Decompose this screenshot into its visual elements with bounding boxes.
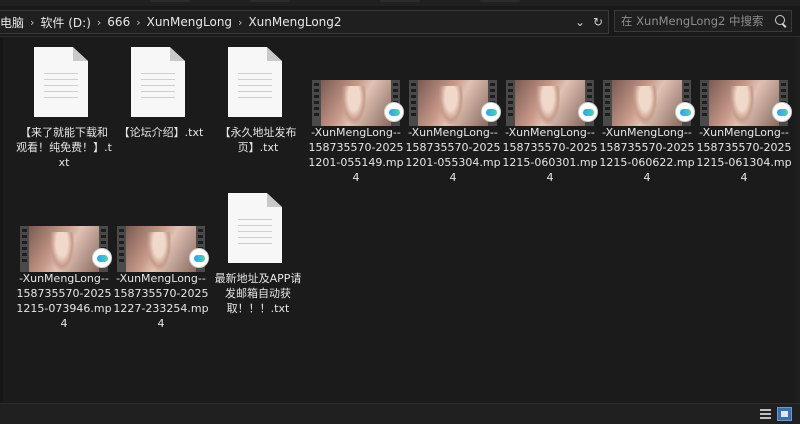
file-name: -XunMengLong--158735570-20251201-055304.… [405, 126, 501, 184]
address-bar: 电脑 › 软件 (D:) › 666 › XunMengLong › XunMe… [0, 6, 800, 37]
cloud-player-icon [578, 102, 598, 122]
cloud-player-icon [481, 102, 501, 122]
status-bar [0, 403, 800, 424]
file-name: 【来了就能下载和观看！纯免费！】.txt [16, 126, 112, 169]
file-name: 【论坛介绍】.txt [118, 126, 204, 139]
file-name: -XunMengLong--158735570-20251215-060301.… [502, 126, 598, 184]
breadcrumb-separator[interactable]: › [28, 16, 36, 29]
file-name: -XunMengLong--158735570-20251215-060622.… [599, 126, 695, 184]
details-view-icon[interactable] [758, 407, 773, 421]
text-document-icon [228, 193, 282, 263]
file-item[interactable]: -XunMengLong--158735570-20251215-061304.… [696, 37, 792, 184]
cloud-player-icon [384, 102, 404, 122]
breadcrumb-separator[interactable]: › [236, 16, 244, 29]
file-item[interactable]: -XunMengLong--158735570-20251227-233254.… [113, 183, 209, 330]
file-item[interactable]: 最新地址及APP请发邮箱自动获取！！！.txt [210, 183, 306, 323]
file-name: -XunMengLong--158735570-20251215-073946.… [16, 272, 112, 330]
file-name: -XunMengLong--158735570-20251201-055149.… [308, 126, 404, 184]
breadcrumb[interactable]: 电脑 › 软件 (D:) › 666 › XunMengLong › XunMe… [0, 10, 609, 34]
file-item[interactable]: 【永久地址发布页】.txt [210, 37, 306, 177]
breadcrumb-item-drive[interactable]: 软件 (D:) [36, 14, 94, 31]
file-item[interactable]: -XunMengLong--158735570-20251201-055304.… [405, 37, 501, 184]
file-item[interactable]: 【论坛介绍】.txt [113, 37, 209, 177]
file-name: -XunMengLong--158735570-20251215-061304.… [696, 126, 792, 184]
breadcrumb-item-xunmenglong[interactable]: XunMengLong [143, 15, 236, 29]
file-item[interactable]: 【来了就能下载和观看！纯免费！】.txt [16, 37, 112, 177]
file-item[interactable]: -XunMengLong--158735570-20251215-073946.… [16, 183, 112, 330]
file-item[interactable]: -XunMengLong--158735570-20251215-060301.… [502, 37, 598, 184]
text-document-icon [34, 47, 88, 117]
file-name: 最新地址及APP请发邮箱自动获取！！！.txt [214, 272, 302, 315]
breadcrumb-item-xunmenglong2[interactable]: XunMengLong2 [244, 15, 345, 29]
search-input[interactable] [615, 14, 771, 28]
cloud-player-icon [675, 102, 695, 122]
breadcrumb-separator[interactable]: › [134, 16, 142, 29]
breadcrumb-item-666[interactable]: 666 [103, 15, 134, 29]
cloud-player-icon [772, 102, 792, 122]
large-icons-view-icon[interactable] [777, 407, 792, 421]
search-icon[interactable] [771, 11, 791, 31]
refresh-icon[interactable]: ↻ [592, 15, 604, 29]
cloud-player-icon [92, 248, 112, 268]
chevron-down-icon[interactable]: ⌄ [574, 15, 586, 29]
search-box[interactable] [614, 10, 792, 32]
breadcrumb-separator[interactable]: › [95, 16, 103, 29]
text-document-icon [228, 47, 282, 117]
file-list: 【来了就能下载和观看！纯免费！】.txt 【论坛介绍】.txt 【永久地址发布页… [0, 37, 800, 403]
file-name: -XunMengLong--158735570-20251227-233254.… [113, 272, 209, 330]
file-item[interactable]: -XunMengLong--158735570-20251215-060622.… [599, 37, 695, 184]
vertical-scrollbar[interactable] [794, 37, 800, 403]
text-document-icon [131, 47, 185, 117]
file-name: 【永久地址发布页】.txt [219, 126, 297, 154]
cloud-player-icon [189, 248, 209, 268]
breadcrumb-item-pc[interactable]: 电脑 [0, 14, 28, 31]
file-item[interactable]: -XunMengLong--158735570-20251201-055149.… [308, 37, 404, 184]
